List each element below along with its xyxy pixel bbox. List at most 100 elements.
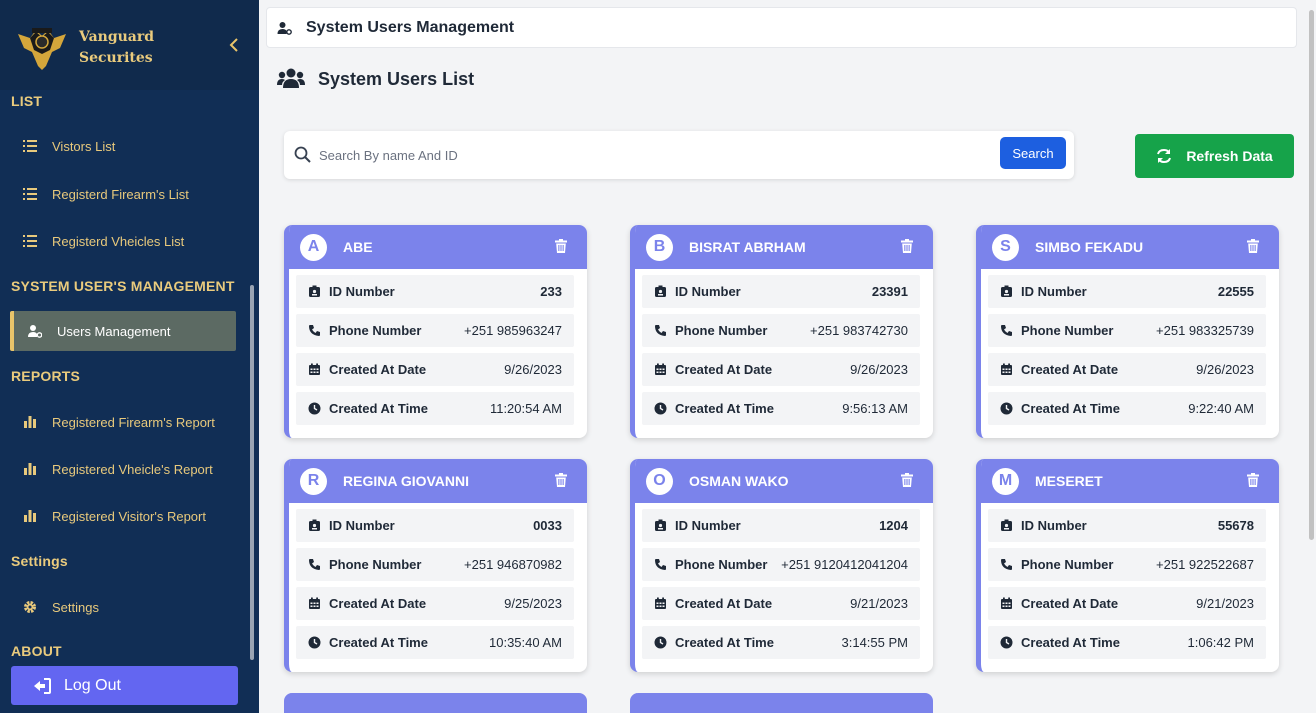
list-icon	[23, 235, 37, 247]
list-icon	[23, 188, 37, 200]
field-value: 9/26/2023	[850, 362, 908, 377]
user-name: OSMAN WAKO	[689, 473, 789, 489]
trash-icon[interactable]	[555, 239, 567, 253]
clock-icon	[654, 402, 667, 415]
search-input[interactable]	[319, 144, 979, 166]
sidebar-item-label: Vistors List	[52, 138, 116, 154]
user-card[interactable]: M MESERET ID Number 55678 Phone Number +251 9…	[976, 459, 1279, 672]
user-field-id: ID Number 0033	[296, 509, 574, 542]
sidebar-item-label: Registered Visitor's Report	[52, 508, 206, 524]
field-value: 1:06:42 PM	[1187, 635, 1255, 650]
clock-icon	[1000, 402, 1013, 415]
trash-icon[interactable]	[901, 473, 913, 487]
field-label: Created At Date	[675, 362, 773, 377]
user-card[interactable]: S SIMBO FEKADU ID Number 22555 Phone Number +…	[976, 225, 1279, 438]
id-badge-icon	[655, 285, 666, 297]
trash-icon[interactable]	[901, 239, 913, 253]
phone-icon	[1001, 559, 1012, 570]
clock-icon	[308, 636, 321, 649]
field-label: ID Number	[329, 518, 395, 533]
field-value: 3:14:55 PM	[841, 635, 909, 650]
sidebar-item-vehicles-list[interactable]: Registerd Vheicles List	[10, 221, 236, 261]
page-header: System Users List	[277, 68, 474, 90]
field-label: ID Number	[675, 284, 741, 299]
sidebar-scrollbar[interactable]	[250, 285, 254, 660]
user-card[interactable]: B BISRAT ABRHAM ID Number 23391 Phone Number…	[630, 225, 933, 438]
user-field-phone: Phone Number +251 985963247	[296, 314, 574, 347]
id-badge-icon	[309, 519, 320, 531]
user-name: MESERET	[1035, 473, 1103, 489]
field-value: 9/26/2023	[504, 362, 562, 377]
logout-label: Log Out	[64, 676, 121, 694]
user-card-header: M MESERET	[981, 459, 1279, 503]
page-title: System Users List	[318, 68, 475, 89]
user-name: SIMBO FEKADU	[1035, 239, 1144, 255]
phone-icon	[655, 325, 666, 336]
trash-icon[interactable]	[1247, 473, 1259, 487]
clock-icon	[308, 402, 321, 415]
user-gear-icon	[277, 21, 292, 35]
sidebar-item-label: Settings	[52, 599, 99, 615]
field-label: ID Number	[1021, 518, 1087, 533]
sidebar-item-visitors-list[interactable]: Vistors List	[10, 126, 236, 166]
sidebar-item-visitors-report[interactable]: Registered Visitor's Report	[10, 496, 236, 536]
refresh-data-button[interactable]: Refresh Data	[1135, 134, 1294, 178]
field-value: 1204	[879, 518, 908, 533]
users-icon	[277, 68, 305, 88]
user-field-id: ID Number 22555	[988, 275, 1266, 308]
field-label: Created At Date	[329, 596, 427, 611]
field-label: ID Number	[1021, 284, 1087, 299]
field-value: 0033	[533, 518, 562, 533]
field-label: Created At Time	[329, 635, 428, 650]
sidebar-item-label: Registered Vheicle's Report	[52, 461, 213, 477]
sidebar-item-users-management[interactable]: Users Management	[10, 311, 236, 351]
field-value: 10:35:40 AM	[489, 635, 562, 650]
id-badge-icon	[655, 519, 666, 531]
top-bar-title: System Users Management	[306, 18, 515, 36]
calendar-icon	[309, 597, 320, 609]
field-value: +251 9120412041204	[781, 557, 908, 572]
user-field-time: Created At Time 9:56:13 AM	[642, 392, 920, 425]
avatar: B	[646, 233, 673, 261]
phone-icon	[309, 559, 320, 570]
avatar: S	[992, 233, 1019, 261]
sidebar-item-label: Users Management	[57, 323, 171, 339]
field-label: Created At Date	[1021, 596, 1119, 611]
field-value: 9/25/2023	[504, 596, 562, 611]
field-value: 9/26/2023	[1196, 362, 1254, 377]
field-label: Phone Number	[1021, 557, 1114, 572]
user-card-header: A ABE	[289, 225, 587, 269]
sidebar-item-firearms-list[interactable]: Registerd Firearm's List	[10, 174, 236, 214]
logout-button[interactable]: Log Out	[11, 666, 238, 705]
avatar: R	[300, 467, 327, 495]
eagle-logo-icon	[18, 28, 66, 70]
user-card[interactable]: A ABE ID Number 233 Phone Number +251 9859632…	[284, 225, 587, 438]
user-card[interactable]: O OSMAN WAKO ID Number 1204 Phone Number +251…	[630, 459, 933, 672]
list-icon	[23, 140, 37, 152]
phone-icon	[309, 325, 320, 336]
field-value: +251 983742730	[810, 323, 908, 338]
page-scrollbar[interactable]	[1309, 10, 1314, 540]
user-field-date: Created At Date 9/25/2023	[296, 587, 574, 620]
field-value: 55678	[1217, 518, 1254, 533]
search-bar: Search	[284, 131, 1074, 179]
user-field-id: ID Number 1204	[642, 509, 920, 542]
field-value: 233	[540, 284, 562, 299]
user-card-header: S SIMBO FEKADU	[981, 225, 1279, 269]
chevron-left-icon[interactable]	[226, 37, 242, 53]
sidebar-item-firearms-report[interactable]: Registered Firearm's Report	[10, 402, 236, 442]
search-button[interactable]: Search	[1000, 137, 1066, 169]
trash-icon[interactable]	[555, 473, 567, 487]
field-value: +251 985963247	[464, 323, 562, 338]
user-field-id: ID Number 23391	[642, 275, 920, 308]
sidebar-item-vehicles-report[interactable]: Registered Vheicle's Report	[10, 449, 236, 489]
user-card-partial	[284, 693, 587, 713]
sidebar-item-settings[interactable]: Settings	[10, 587, 236, 627]
top-bar: System Users Management	[266, 7, 1297, 48]
user-card[interactable]: R REGINA GIOVANNI ID Number 0033 Phone Numbe…	[284, 459, 587, 672]
avatar: A	[300, 233, 327, 261]
trash-icon[interactable]	[1247, 239, 1259, 253]
user-field-time: Created At Time 1:06:42 PM	[988, 626, 1266, 659]
user-card-header: O OSMAN WAKO	[635, 459, 933, 503]
field-label: Phone Number	[329, 557, 422, 572]
